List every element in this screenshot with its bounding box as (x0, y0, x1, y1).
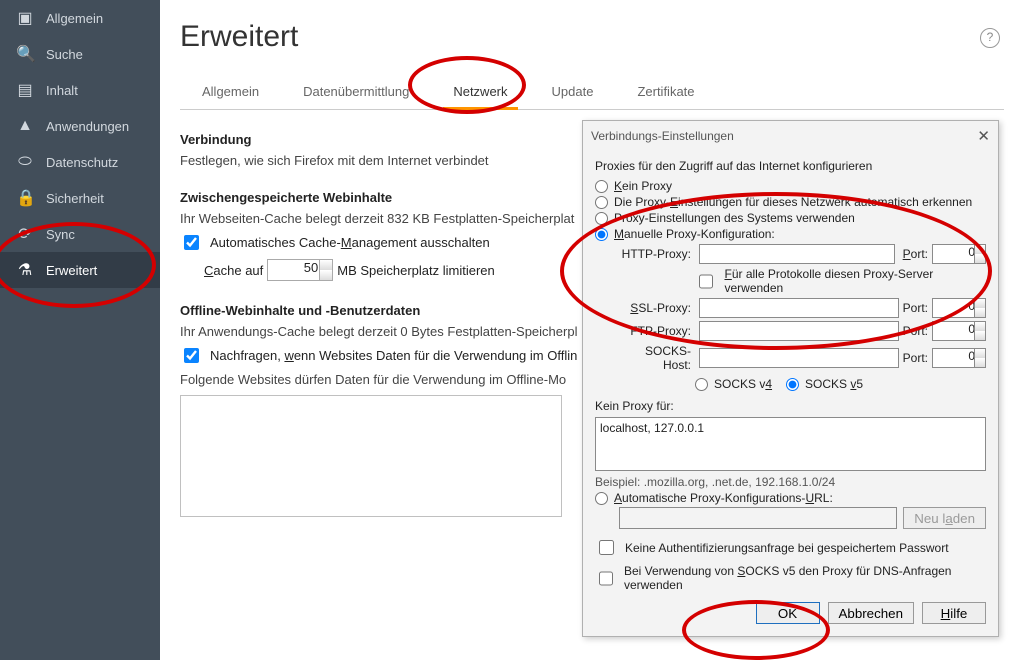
radio-socks4[interactable]: SOCKS v4 (695, 377, 772, 391)
offline-sites-list[interactable] (180, 395, 562, 517)
http-proxy-input[interactable] (699, 244, 895, 264)
preferences-sidebar: ▣ Allgemein 🔍 Suche ▤ Inhalt ▲ Anwendungen ⬭… (0, 0, 160, 660)
sidebar-label: Suche (46, 47, 83, 62)
http-port-input[interactable]: 0 (932, 244, 986, 264)
sidebar-item-security[interactable]: 🔒 Sicherheit (0, 180, 160, 216)
tab-update[interactable]: Update (550, 78, 596, 109)
close-icon[interactable]: ✕ (977, 127, 990, 145)
rocket-icon: ▲ (16, 117, 34, 135)
cancel-button[interactable]: Abbrechen (828, 602, 914, 624)
radio-no-proxy[interactable]: Kein Proxy (595, 179, 986, 193)
tab-certificates[interactable]: Zertifikate (635, 78, 696, 109)
ssl-proxy-label: SSL-Proxy: (619, 301, 695, 315)
noproxy-label: Kein Proxy für: (595, 399, 986, 413)
socks-dns-checkbox[interactable]: Bei Verwendung von SOCKS v5 den Proxy fü… (595, 564, 986, 592)
flask-icon: ⚗ (16, 260, 34, 280)
help-icon[interactable]: ? (980, 28, 1000, 48)
sidebar-item-search[interactable]: 🔍 Suche (0, 36, 160, 72)
document-icon: ▤ (16, 80, 34, 100)
proxy-fields: HTTP-Proxy: Port: 0 Für alle Protokolle … (619, 244, 986, 393)
sidebar-item-advanced[interactable]: ⚗ Erweitert (0, 252, 160, 288)
sidebar-item-content[interactable]: ▤ Inhalt (0, 72, 160, 108)
sidebar-label: Anwendungen (46, 119, 129, 134)
sidebar-label: Inhalt (46, 83, 78, 98)
radio-manual-proxy[interactable]: Manuelle Proxy-Konfiguration: (595, 227, 986, 241)
radio-system-proxy[interactable]: Proxy-Einstellungen des Systems verwende… (595, 211, 986, 225)
radio-auto-detect[interactable]: Die Proxy-Einstellungen für dieses Netzw… (595, 195, 986, 209)
noproxy-textarea[interactable]: localhost, 127.0.0.1 (595, 417, 986, 471)
ftp-proxy-label: FTP-Proxy: (619, 324, 695, 338)
radio-pac-url[interactable]: Automatische Proxy-Konfigurations-URL: (595, 491, 986, 505)
sidebar-item-apps[interactable]: ▲ Anwendungen (0, 108, 160, 144)
socks-host-label: SOCKS-Host: (619, 344, 695, 372)
ftp-port-input[interactable]: 0 (932, 321, 986, 341)
mask-icon: ⬭ (16, 153, 34, 171)
advanced-tabs: Allgemein Datenübermittlung Netzwerk Upd… (180, 78, 1004, 110)
sidebar-item-sync[interactable]: ⟳ Sync (0, 216, 160, 252)
cache-override-input[interactable] (184, 235, 199, 250)
tab-data[interactable]: Datenübermittlung (301, 78, 411, 109)
ssl-proxy-input[interactable] (699, 298, 899, 318)
http-proxy-label: HTTP-Proxy: (619, 247, 695, 261)
socks-host-input[interactable] (699, 348, 899, 368)
dialog-heading: Proxies für den Zugriff auf das Internet… (595, 159, 986, 173)
pac-url-input (619, 507, 897, 529)
ftp-proxy-input[interactable] (699, 321, 899, 341)
cache-size-spinner[interactable]: 50 (267, 259, 333, 281)
connection-settings-dialog: Verbindungs-Einstellungen ✕ Proxies für … (582, 120, 999, 637)
help-button[interactable]: Hilfe (922, 602, 986, 624)
dialog-title: Verbindungs-Einstellungen (591, 129, 734, 143)
search-icon: 🔍 (16, 44, 34, 64)
tab-general[interactable]: Allgemein (200, 78, 261, 109)
tab-network[interactable]: Netzwerk (451, 78, 509, 109)
sidebar-label: Erweitert (46, 263, 97, 278)
sidebar-label: Sync (46, 227, 75, 242)
reload-button[interactable]: Neu laden (903, 507, 986, 529)
gear-icon: ▣ (16, 8, 34, 28)
noproxy-example: Beispiel: .mozilla.org, .net.de, 192.168… (595, 475, 986, 489)
offline-ask-input[interactable] (184, 348, 199, 363)
sidebar-item-general[interactable]: ▣ Allgemein (0, 0, 160, 36)
ok-button[interactable]: OK (756, 602, 820, 624)
noauth-checkbox[interactable]: Keine Authentifizierungsanfrage bei gesp… (595, 537, 986, 558)
sidebar-label: Allgemein (46, 11, 103, 26)
lock-icon: 🔒 (16, 188, 34, 208)
ssl-port-input[interactable]: 0 (932, 298, 986, 318)
sidebar-label: Sicherheit (46, 191, 104, 206)
socks-port-input[interactable]: 0 (932, 348, 986, 368)
sidebar-item-privacy[interactable]: ⬭ Datenschutz (0, 144, 160, 180)
same-proxy-checkbox[interactable]: Für alle Protokolle diesen Proxy-Server … (695, 267, 986, 295)
sidebar-label: Datenschutz (46, 155, 118, 170)
sync-icon: ⟳ (16, 224, 34, 244)
page-title: Erweitert (180, 20, 1004, 54)
radio-socks5[interactable]: SOCKS v5 (786, 377, 863, 391)
